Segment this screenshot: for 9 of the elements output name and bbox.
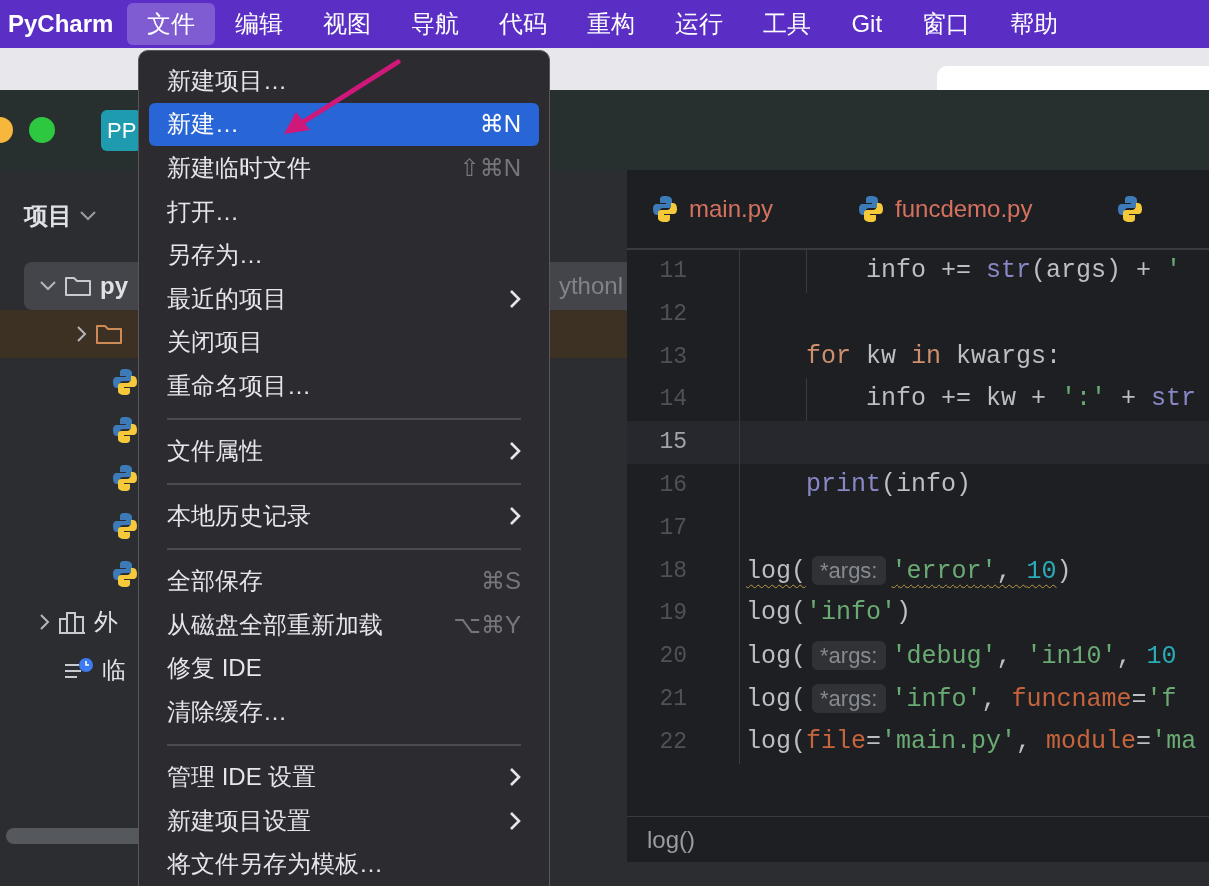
code-line: info += str(args) + ' [740,250,1182,293]
line-number: 15 [627,421,740,464]
code-line: log( *args: 'info', funcname='f [745,682,1177,716]
code-line: log( *args: 'debug', 'in10', 10 [745,640,1177,674]
code-line: print(info) [805,469,972,501]
code-line: log(file='main.py', module='ma [745,725,1197,758]
code-line: log( *args: 'error', 10) [745,554,1072,588]
code-line: for kw in kwargs: [805,340,1062,373]
code-line: log('info') [745,597,912,630]
